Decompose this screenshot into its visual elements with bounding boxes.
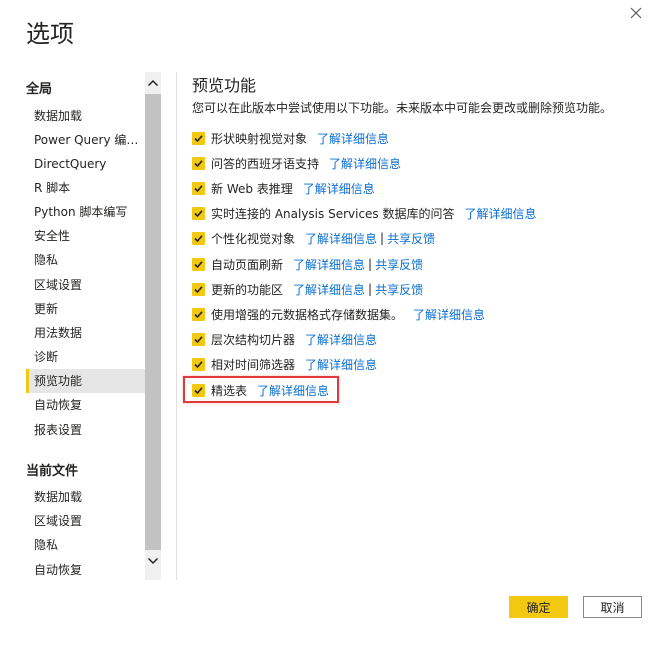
- option-label: 新 Web 表推理: [211, 181, 293, 196]
- chevron-down-icon: [147, 557, 159, 565]
- chevron-up-icon: [147, 79, 159, 87]
- option-label: 层次结构切片器: [211, 332, 296, 347]
- sidebar-item-data-load[interactable]: 数据加载: [26, 104, 146, 128]
- scroll-up-button[interactable]: [145, 72, 161, 94]
- share-feedback-link[interactable]: 共享反馈: [375, 281, 423, 298]
- checkbox-personalize-visuals[interactable]: [192, 231, 205, 245]
- close-icon[interactable]: [627, 4, 645, 22]
- sidebar-item-updates[interactable]: 更新: [26, 297, 146, 321]
- sidebar-item-preview-features[interactable]: 预览功能: [26, 369, 146, 393]
- sidebar-scrollbar[interactable]: [145, 72, 161, 580]
- option-label: 相对时间筛选器: [211, 357, 296, 372]
- option-label: 更新的功能区: [211, 282, 284, 297]
- learn-more-link[interactable]: 了解详细信息: [317, 130, 389, 147]
- checkmark-icon: [194, 260, 203, 268]
- option-web-table-inference: 新 Web 表推理 了解详细信息: [192, 178, 375, 198]
- option-relative-time-filter: 相对时间筛选器 了解详细信息: [192, 354, 377, 374]
- dialog-title: 选项: [26, 20, 74, 48]
- option-label: 个性化视觉对象: [211, 231, 296, 246]
- scroll-down-button[interactable]: [145, 550, 161, 572]
- checkmark-icon: [194, 310, 203, 318]
- option-updated-ribbon: 更新的功能区 了解详细信息 | 共享反馈: [192, 279, 423, 299]
- option-label: 自动页面刷新: [211, 257, 284, 272]
- checkbox-updated-ribbon[interactable]: [192, 282, 205, 296]
- scroll-thumb[interactable]: [145, 94, 161, 550]
- checkmark-icon: [194, 234, 203, 242]
- learn-more-link[interactable]: 了解详细信息: [413, 306, 485, 323]
- option-label: 使用增强的元数据格式存储数据集。: [211, 307, 404, 322]
- sidebar-item-privacy[interactable]: 隐私: [26, 248, 146, 272]
- ok-button[interactable]: 确定: [509, 596, 568, 618]
- learn-more-link[interactable]: 了解详细信息: [305, 356, 377, 373]
- checkmark-icon: [194, 209, 203, 217]
- learn-more-link[interactable]: 了解详细信息: [465, 205, 537, 222]
- sidebar-item-regional-settings[interactable]: 区域设置: [26, 273, 146, 297]
- page-title: 预览功能: [192, 76, 257, 95]
- option-personalize-visuals: 个性化视觉对象 了解详细信息 | 共享反馈: [192, 228, 435, 248]
- checkmark-icon: [194, 134, 203, 142]
- sidebar-item-file-privacy[interactable]: 隐私: [26, 533, 146, 557]
- checkmark-icon: [194, 360, 203, 368]
- checkmark-icon: [194, 335, 203, 343]
- link-separator: |: [368, 282, 373, 296]
- share-feedback-link[interactable]: 共享反馈: [387, 230, 435, 247]
- checkbox-live-connect-qa[interactable]: [192, 206, 205, 220]
- sidebar-item-usage-data[interactable]: 用法数据: [26, 321, 146, 345]
- learn-more-link[interactable]: 了解详细信息: [293, 281, 365, 298]
- checkmark-icon: [194, 285, 203, 293]
- checkbox-shape-map[interactable]: [192, 131, 205, 145]
- option-auto-page-refresh: 自动页面刷新 了解详细信息 | 共享反馈: [192, 254, 423, 274]
- option-label: 形状映射视觉对象: [211, 131, 308, 146]
- option-label: 实时连接的 Analysis Services 数据库的问答: [211, 206, 455, 221]
- share-feedback-link[interactable]: 共享反馈: [375, 256, 423, 273]
- link-separator: |: [368, 257, 373, 271]
- option-shape-map: 形状映射视觉对象 了解详细信息: [192, 128, 389, 148]
- sidebar-item-directquery[interactable]: DirectQuery: [26, 152, 146, 176]
- option-spanish-qa: 问答的西班牙语支持 了解详细信息: [192, 153, 401, 173]
- page-description: 您可以在此版本中尝试使用以下功能。未来版本中可能会更改或删除预览功能。: [192, 101, 613, 115]
- cancel-button[interactable]: 取消: [583, 596, 642, 618]
- checkbox-web-table-inference[interactable]: [192, 181, 205, 195]
- sidebar-item-r-script[interactable]: R 脚本: [26, 176, 146, 200]
- sidebar-item-python-script[interactable]: Python 脚本编写: [26, 200, 146, 224]
- checkbox-spanish-qa[interactable]: [192, 156, 205, 170]
- option-enhanced-metadata: 使用增强的元数据格式存储数据集。 了解详细信息: [192, 304, 485, 324]
- sidebar-item-report-settings[interactable]: 报表设置: [26, 418, 146, 442]
- learn-more-link[interactable]: 了解详细信息: [329, 155, 401, 172]
- learn-more-link[interactable]: 了解详细信息: [303, 180, 375, 197]
- sidebar-item-file-regional-settings[interactable]: 区域设置: [26, 509, 146, 533]
- learn-more-link[interactable]: 了解详细信息: [305, 230, 377, 247]
- checkbox-relative-time-filter[interactable]: [192, 357, 205, 371]
- sidebar-item-file-data-load[interactable]: 数据加载: [26, 485, 146, 509]
- option-hierarchy-slicer: 层次结构切片器 了解详细信息: [192, 329, 377, 349]
- sidebar-header-current-file: 当前文件: [26, 464, 79, 479]
- checkbox-hierarchy-slicer[interactable]: [192, 332, 205, 346]
- sidebar-item-security[interactable]: 安全性: [26, 224, 146, 248]
- learn-more-link[interactable]: 了解详细信息: [305, 331, 377, 348]
- sidebar-item-power-query-editor[interactable]: Power Query 编辑...: [26, 128, 146, 152]
- sidebar: 全局 数据加载 Power Query 编辑... DirectQuery R …: [26, 70, 161, 580]
- sidebar-header-global: 全局: [26, 82, 53, 97]
- sidebar-item-diagnostics[interactable]: 诊断: [26, 345, 146, 369]
- link-separator: |: [380, 231, 385, 245]
- checkbox-auto-page-refresh[interactable]: [192, 257, 205, 271]
- option-label: 问答的西班牙语支持: [211, 156, 320, 171]
- checkbox-enhanced-metadata[interactable]: [192, 307, 205, 321]
- option-live-connect-qa: 实时连接的 Analysis Services 数据库的问答 了解详细信息: [192, 203, 537, 223]
- learn-more-link[interactable]: 了解详细信息: [293, 256, 365, 273]
- content-divider: [176, 72, 177, 580]
- checkmark-icon: [194, 159, 203, 167]
- highlight-box: [183, 376, 339, 403]
- sidebar-item-file-auto-recovery[interactable]: 自动恢复: [26, 558, 146, 582]
- checkmark-icon: [194, 184, 203, 192]
- sidebar-item-auto-recovery[interactable]: 自动恢复: [26, 393, 146, 417]
